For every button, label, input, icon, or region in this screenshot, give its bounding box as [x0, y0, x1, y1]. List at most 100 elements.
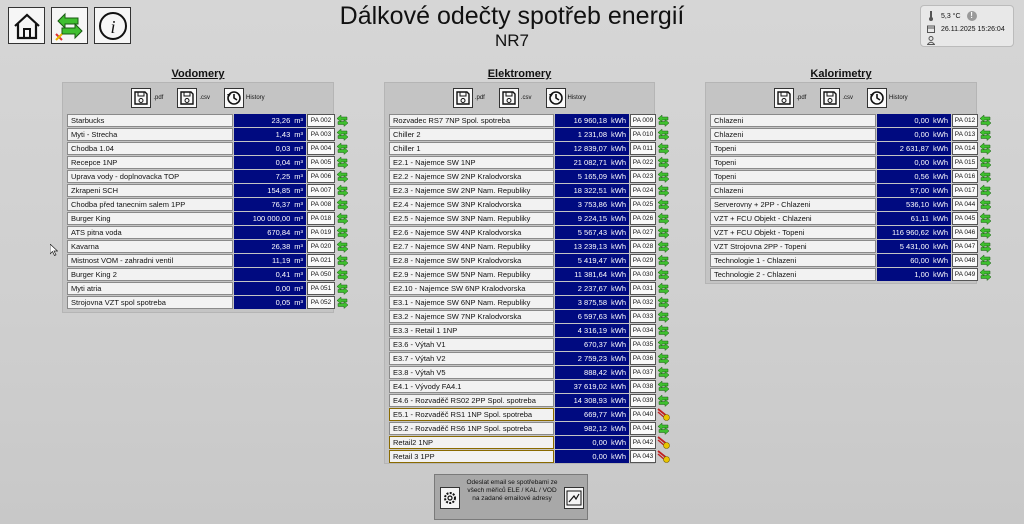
send-email-button[interactable]: [564, 487, 584, 509]
comm-ok-icon[interactable]: [336, 198, 349, 211]
meter-value: 2 631,87 kWh: [877, 142, 951, 155]
meter-label: Chiller 2: [389, 128, 554, 141]
comm-ok-icon[interactable]: [657, 282, 670, 295]
panel-vodomery: Vodomery .pdf .csv History Starbucks 23,26 m³…: [62, 68, 349, 313]
comm-ok-icon[interactable]: [657, 324, 670, 337]
comm-ok-icon[interactable]: [657, 128, 670, 141]
meter-code: PA 002: [307, 114, 335, 127]
comm-ok-icon[interactable]: [657, 422, 670, 435]
comm-ok-icon[interactable]: [336, 226, 349, 239]
meter-code: PA 003: [307, 128, 335, 141]
meter-label: E3.3 - Retail 1 1NP: [389, 324, 554, 337]
warning-icon[interactable]: !: [966, 11, 977, 21]
comm-ok-icon[interactable]: [657, 226, 670, 239]
meter-value: 61,11 kWh: [877, 212, 951, 225]
history-button[interactable]: History: [867, 88, 908, 108]
comm-ok-icon[interactable]: [336, 254, 349, 267]
comm-ok-icon[interactable]: [657, 198, 670, 211]
email-settings-button[interactable]: [440, 487, 460, 509]
comm-ok-icon[interactable]: [979, 170, 992, 183]
comm-ok-icon[interactable]: [979, 128, 992, 141]
comm-ok-icon[interactable]: [657, 156, 670, 169]
export-csv-button[interactable]: .csv: [820, 88, 853, 108]
export-csv-button[interactable]: .csv: [498, 88, 532, 108]
comm-ok-icon[interactable]: [657, 352, 670, 365]
comm-ok-icon[interactable]: [657, 114, 670, 127]
meter-unit: kWh: [611, 312, 626, 321]
comm-ok-icon[interactable]: [979, 114, 992, 127]
comm-ok-icon[interactable]: [336, 170, 349, 183]
comm-ok-icon[interactable]: [336, 128, 349, 141]
comm-ok-icon[interactable]: [336, 184, 349, 197]
meter-label: Chodba 1.04: [67, 142, 233, 155]
comm-ok-icon[interactable]: [979, 142, 992, 155]
comm-ok-icon[interactable]: [657, 170, 670, 183]
meter-unit: kWh: [933, 158, 948, 167]
meter-unit: kWh: [933, 242, 948, 251]
history-button[interactable]: History: [224, 88, 265, 108]
comm-ok-icon[interactable]: [336, 268, 349, 281]
meter-unit: kWh: [611, 424, 626, 433]
comm-ok-icon[interactable]: [657, 310, 670, 323]
csv-save-icon: [498, 88, 519, 108]
meter-label: VZT + FCU Objekt - Topeni: [710, 226, 876, 239]
comm-fault-icon[interactable]: [657, 408, 670, 421]
comm-ok-icon[interactable]: [336, 240, 349, 253]
meter-value: 0,00 kWh: [555, 436, 629, 449]
meter-value-number: 4 316,19: [577, 326, 607, 335]
comm-ok-icon[interactable]: [336, 282, 349, 295]
comm-fault-icon[interactable]: [657, 436, 670, 449]
meter-value: 26,38 m³: [234, 240, 306, 253]
export-pdf-button-label: .pdf: [796, 95, 807, 101]
comm-ok-icon[interactable]: [657, 394, 670, 407]
comm-ok-icon[interactable]: [979, 268, 992, 281]
export-pdf-button[interactable]: .pdf: [131, 88, 163, 108]
meter-label: Burger King: [67, 212, 233, 225]
meter-code: PA 008: [307, 198, 335, 211]
comm-ok-icon[interactable]: [657, 142, 670, 155]
comm-fault-icon[interactable]: [657, 450, 670, 463]
comm-ok-icon[interactable]: [657, 380, 670, 393]
comm-ok-icon[interactable]: [657, 366, 670, 379]
comm-ok-icon[interactable]: [979, 254, 992, 267]
meter-value: 0,00 kWh: [877, 156, 951, 169]
comm-ok-icon[interactable]: [979, 226, 992, 239]
comm-ok-icon[interactable]: [336, 156, 349, 169]
comm-ok-icon[interactable]: [336, 114, 349, 127]
meter-label: E2.10 - Najemce SW 6NP Kralodvorska: [389, 282, 554, 295]
comm-ok-icon[interactable]: [979, 156, 992, 169]
meter-label: Kavarna: [67, 240, 233, 253]
comm-ok-icon[interactable]: [657, 296, 670, 309]
meter-unit: kWh: [611, 382, 626, 391]
meter-code: PA 042: [630, 436, 656, 449]
comm-ok-icon[interactable]: [979, 212, 992, 225]
meter-value-number: 18 322,51: [573, 186, 607, 195]
comm-ok-icon[interactable]: [979, 240, 992, 253]
comm-ok-icon[interactable]: [979, 184, 992, 197]
comm-ok-icon[interactable]: [336, 296, 349, 309]
meter-label: Retail 3 1PP: [389, 450, 554, 463]
status-panel: 5,3 °C ! 26.11.2025 15:26:04: [920, 5, 1014, 47]
meter-value-number: 2 237,67: [577, 284, 607, 293]
comm-ok-icon[interactable]: [657, 212, 670, 225]
meter-value-number: 12 839,07: [573, 144, 607, 153]
comm-ok-icon[interactable]: [979, 198, 992, 211]
export-pdf-button-label: .pdf: [153, 95, 164, 101]
comm-ok-icon[interactable]: [336, 142, 349, 155]
comm-ok-icon[interactable]: [657, 268, 670, 281]
export-pdf-button[interactable]: .pdf: [774, 88, 806, 108]
export-csv-button[interactable]: .csv: [177, 88, 210, 108]
meter-label: E3.7 - Výtah V2: [389, 352, 554, 365]
export-pdf-button[interactable]: .pdf: [452, 88, 485, 108]
comm-ok-icon[interactable]: [657, 240, 670, 253]
comm-ok-icon[interactable]: [657, 184, 670, 197]
meter-code: PA 010: [630, 128, 656, 141]
meter-value: 1,00 kWh: [877, 268, 951, 281]
comm-ok-icon[interactable]: [336, 212, 349, 225]
comm-ok-icon[interactable]: [657, 254, 670, 267]
meter-code: PA 031: [630, 282, 656, 295]
history-button[interactable]: History: [545, 88, 586, 108]
user-icon[interactable]: [927, 36, 935, 45]
comm-ok-icon[interactable]: [657, 338, 670, 351]
meter-code: PA 024: [630, 184, 656, 197]
